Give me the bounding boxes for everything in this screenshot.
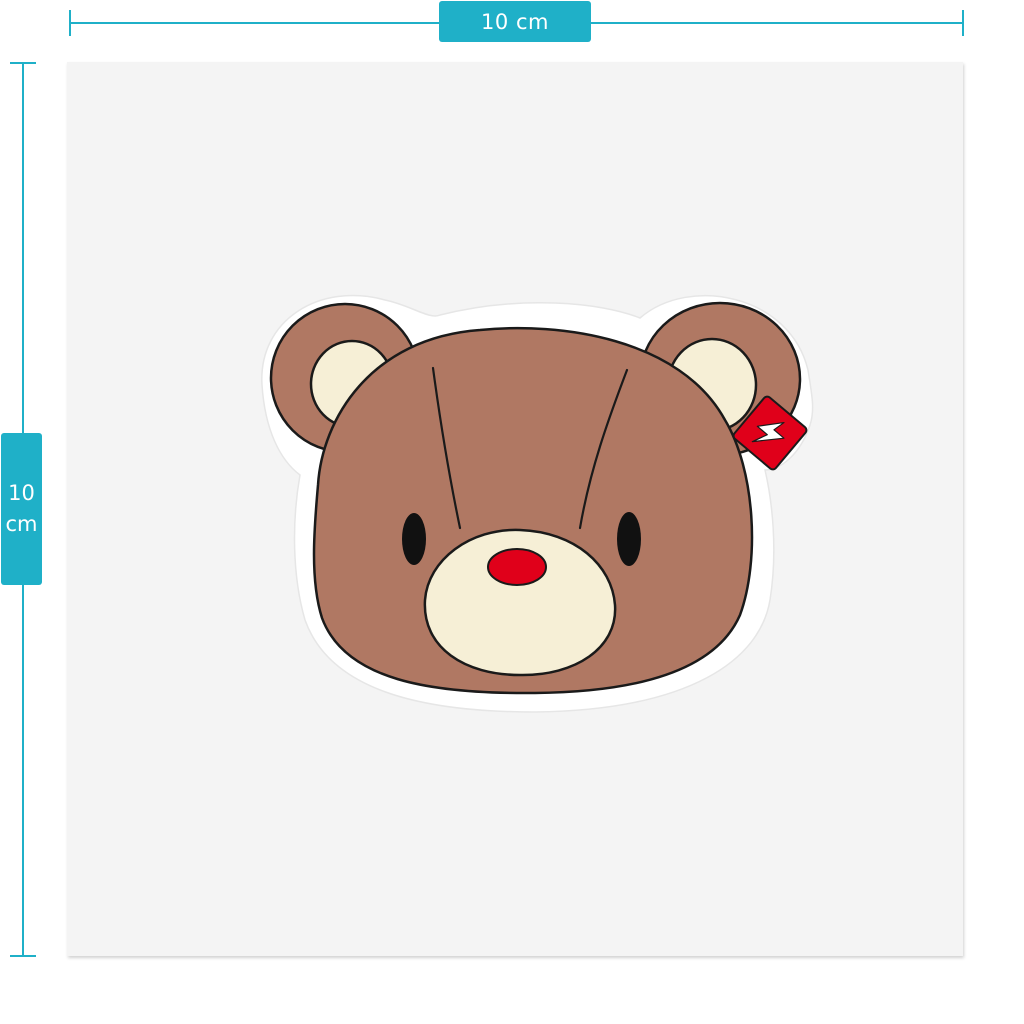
width-label-text: 10 cm (481, 9, 549, 34)
height-dimension-label: 10 cm (1, 433, 42, 585)
height-dimension-cap-top (10, 62, 36, 64)
width-dimension-cap-right (962, 10, 964, 36)
left-eye (402, 513, 426, 565)
width-dimension-cap-left (69, 10, 71, 36)
height-label-number: 10 (8, 481, 35, 505)
right-eye (617, 512, 641, 566)
height-dimension-cap-bottom (10, 955, 36, 957)
bear-sticker (261, 294, 814, 713)
height-label-unit: cm (5, 512, 38, 536)
width-dimension-label: 10 cm (439, 1, 591, 42)
nose (487, 548, 547, 586)
